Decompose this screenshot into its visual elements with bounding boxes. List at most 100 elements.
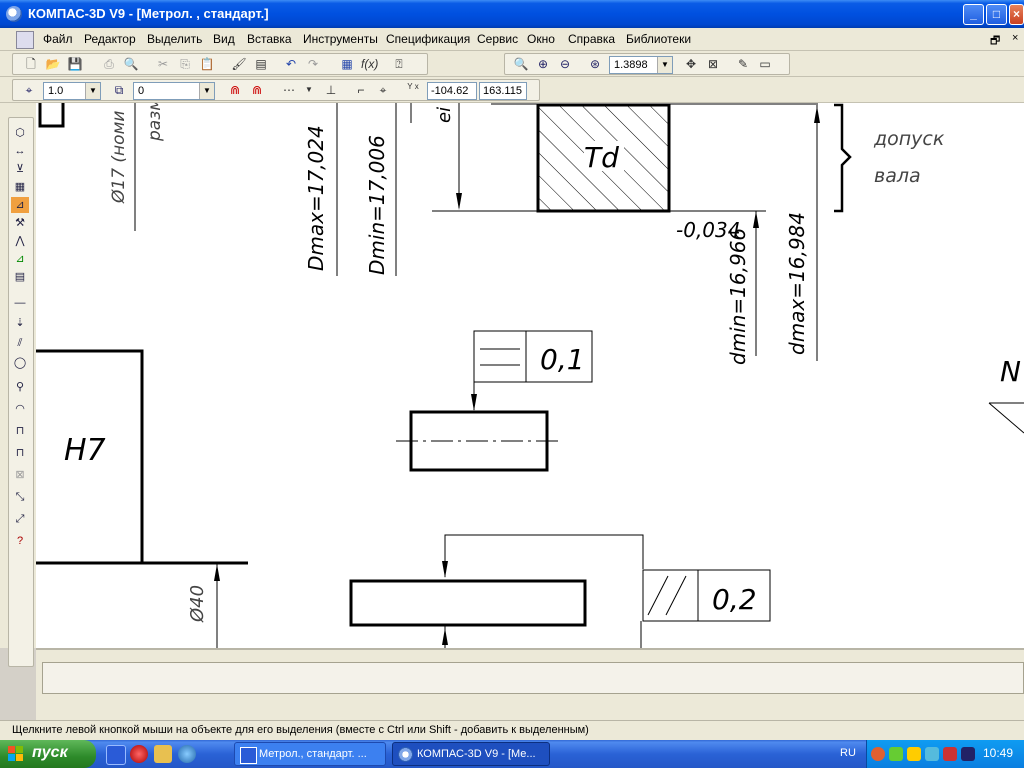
layers-icon[interactable]: ⧉	[111, 83, 127, 97]
word-quicklaunch-icon[interactable]	[106, 745, 126, 765]
coord-y-field[interactable]: 163.115	[479, 82, 527, 100]
tray-security-icon[interactable]	[943, 747, 957, 761]
zoom-in-icon[interactable]: ⊕	[535, 57, 551, 71]
task-word-document[interactable]: Метрол., стандарт. ...	[234, 742, 386, 766]
tray-app-icon[interactable]	[889, 747, 903, 761]
measure-icon[interactable]: ⚒	[11, 215, 29, 231]
menu-insert[interactable]: Вставка	[247, 32, 292, 46]
local-cs-icon[interactable]: ⌖	[21, 83, 37, 97]
tray-k-icon[interactable]	[961, 747, 975, 761]
chevron-down-icon[interactable]: ▼	[657, 57, 672, 73]
menu-window[interactable]: Окно	[527, 32, 555, 46]
mdi-restore-icon[interactable]: 🗗	[990, 32, 1000, 51]
parametrization-icon[interactable]: ⊿	[11, 197, 29, 213]
snap-magnet-icon[interactable]: ⋒	[227, 83, 243, 97]
dimensions-icon[interactable]: ↔	[11, 143, 29, 159]
ei-arrow	[456, 193, 462, 210]
symbols-icon[interactable]: ⊻	[11, 161, 29, 177]
chevron-down-icon[interactable]: ▼	[199, 83, 214, 99]
help-pointer-icon[interactable]: ⍰	[391, 57, 407, 71]
language-indicator[interactable]: RU	[840, 747, 856, 759]
linear-dim-icon[interactable]: ⇣	[11, 315, 29, 331]
chevron-down-icon[interactable]: ▼	[85, 83, 100, 99]
grid-icon[interactable]: ⋯	[281, 83, 297, 97]
print-preview-icon[interactable]: 🔍	[123, 57, 139, 71]
menu-editor[interactable]: Редактор	[84, 32, 136, 46]
start-button[interactable]: пуск	[0, 740, 96, 768]
dmin-shaft-label: dmin=16,966	[726, 228, 750, 365]
outlook-quicklaunch-icon[interactable]	[154, 745, 172, 763]
ie-quicklaunch-icon[interactable]	[178, 745, 196, 763]
menu-file[interactable]: Файл	[43, 32, 73, 46]
point-icon[interactable]: ⚲	[11, 379, 29, 395]
tray-arrow-icon[interactable]	[871, 747, 885, 761]
menu-libraries[interactable]: Библиотеки	[626, 32, 691, 46]
document-icon[interactable]	[16, 31, 34, 49]
spec-icon[interactable]: ▤	[11, 269, 29, 285]
base-icon[interactable]: ⤢	[11, 511, 29, 527]
rough-icon[interactable]: ⊓	[11, 423, 29, 439]
zoom-out-icon[interactable]: ⊖	[557, 57, 573, 71]
line-scale-combo[interactable]: 1.0 ▼	[43, 82, 101, 100]
manager-icon[interactable]: ▤	[253, 57, 269, 71]
menu-help[interactable]: Справка	[568, 32, 615, 46]
menu-view[interactable]: Вид	[213, 32, 235, 46]
standard-toolbar: 🗋 📂 💾 ⎙ 🔍 ✂ ⎘ 📋 🖌 ▤ ↶ ↷ ▦ f(x) ⍰	[12, 53, 428, 75]
arc-icon[interactable]: ◠	[11, 401, 29, 417]
drawing-canvas[interactable]: Ø17 (номи разм Dmax=17,024 Dmin=17,006 e…	[36, 103, 1024, 648]
help-icon[interactable]: ?	[11, 533, 29, 549]
properties-panel-area[interactable]	[42, 662, 1024, 694]
menu-tools[interactable]: Инструменты	[303, 32, 378, 46]
numbered-icon[interactable]: ⊓	[11, 445, 29, 461]
kompas-app-icon[interactable]	[6, 6, 22, 22]
hatch-icon[interactable]: ⫽	[11, 335, 29, 351]
cut-icon[interactable]: ✂	[155, 57, 171, 71]
leader-icon[interactable]: ⤡	[11, 489, 29, 505]
undo-icon[interactable]: ↶	[283, 57, 299, 71]
coordinates-icon[interactable]: ⌖	[375, 83, 391, 97]
print-icon[interactable]: ⎙	[101, 57, 117, 71]
coord-x-field[interactable]: -104.62	[427, 82, 477, 100]
copy-icon[interactable]: ⎘	[177, 57, 193, 71]
local-snap-icon[interactable]: ⋒	[249, 83, 265, 97]
paste-icon[interactable]: 📋	[199, 57, 215, 71]
fit-all-icon[interactable]: ⊠	[705, 57, 721, 71]
tray-network-icon[interactable]	[925, 747, 939, 761]
line-tool-icon[interactable]: —	[11, 295, 29, 311]
new-document-icon[interactable]: 🗋	[23, 57, 39, 71]
minimize-button[interactable]: _	[963, 4, 984, 25]
zoom-scale-icon[interactable]: ⊛	[587, 57, 603, 71]
layer-combo[interactable]: 0 ▼	[133, 82, 215, 100]
editing-icon[interactable]: ▦	[11, 179, 29, 195]
properties-brush-icon[interactable]: 🖌	[231, 57, 247, 71]
tray-antivirus-icon[interactable]	[907, 747, 921, 761]
orthogonal-icon[interactable]: ⊥	[323, 83, 339, 97]
menu-service[interactable]: Сервис	[477, 32, 518, 46]
close-button[interactable]: ×	[1009, 4, 1024, 25]
associative-views-icon[interactable]: ⊿	[11, 251, 29, 267]
fx-icon[interactable]: f(x)	[361, 57, 378, 71]
redo-icon[interactable]: ↷	[305, 57, 321, 71]
menu-select[interactable]: Выделить	[147, 32, 202, 46]
mdi-close-icon[interactable]: ×	[1012, 32, 1018, 44]
round-icon[interactable]: ⌐	[353, 83, 369, 97]
circle-icon[interactable]: ◯	[11, 355, 29, 371]
drawing-icon[interactable]: ▭	[757, 57, 773, 71]
partial-line	[988, 402, 1024, 434]
disabled-tool-icon[interactable]: ⊠	[11, 467, 29, 483]
select-icon[interactable]: ⋀	[11, 233, 29, 249]
pan-icon[interactable]: ✥	[683, 57, 699, 71]
refresh-image-icon[interactable]: ✎	[735, 57, 751, 71]
variables-icon[interactable]: ▦	[339, 57, 355, 71]
zoom-value: 1.3898	[614, 59, 648, 71]
save-icon[interactable]: 💾	[67, 57, 83, 71]
task-kompas[interactable]: КОМПАС-3D V9 - [Ме...	[392, 742, 550, 766]
chevron-down-icon[interactable]: ▼	[301, 83, 317, 97]
zoom-combo[interactable]: 1.3898 ▼	[609, 56, 673, 74]
media-quicklaunch-icon[interactable]	[130, 745, 148, 763]
maximize-button[interactable]: □	[986, 4, 1007, 25]
open-folder-icon[interactable]: 📂	[45, 57, 61, 71]
zoom-window-icon[interactable]: 🔍	[513, 57, 529, 71]
menu-specification[interactable]: Спецификация	[386, 32, 470, 46]
geometry-icon[interactable]: ⬡	[11, 125, 29, 141]
